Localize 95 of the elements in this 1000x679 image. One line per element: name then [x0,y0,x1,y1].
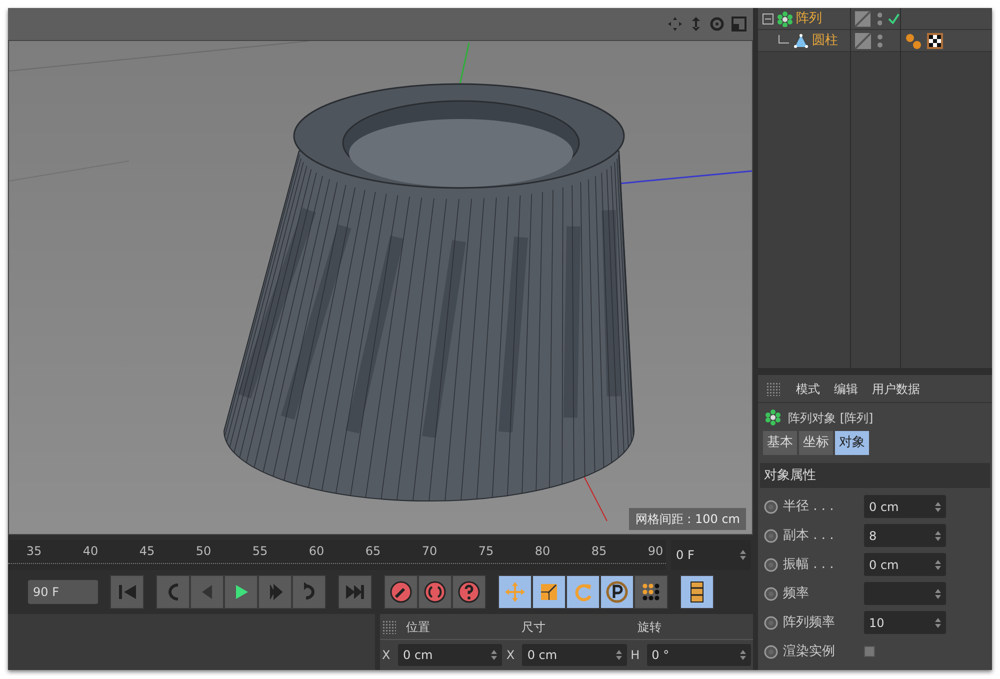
parameter-label: 振幅 . . . [783,556,835,574]
grid-spacing-label: 网格间距 : 100 cm [629,508,746,530]
timeline-ruler[interactable]: 35 40 45 50 55 60 65 70 75 80 85 90 [8,540,666,570]
keyframe-help-icon [458,580,480,603]
spinner-icon[interactable] [740,650,746,660]
radio-icon[interactable] [764,616,778,630]
menu-item[interactable]: 编辑 [834,380,858,398]
parameter-label: 阵列频率 [783,614,836,632]
autokey-button[interactable] [418,574,452,609]
frame-tick-label: 70 [422,543,438,560]
frame-tick-label: 75 [478,543,494,560]
move-tool-button[interactable] [498,574,532,609]
scale-tool-button[interactable] [532,574,566,609]
spinner-icon[interactable] [935,502,941,512]
layer-toggle-icon[interactable] [855,10,871,26]
number-field[interactable] [864,582,946,605]
section-header: 对象属性 [760,462,990,488]
object-title: 阵列对象 [阵列] [788,410,874,427]
checkmark-icon[interactable] [888,12,900,24]
number-field[interactable]: 0 cm [864,553,946,576]
frame-tick-label: 50 [196,543,212,560]
visibility-dots-icon[interactable] [877,32,883,48]
spinner-icon[interactable] [616,650,622,660]
frame-tick-label: 55 [252,543,268,560]
play-button[interactable] [224,574,258,609]
keyframe-help-button[interactable] [452,574,486,609]
axis-label: X [382,647,392,664]
number-field[interactable]: 8 [864,524,946,547]
array-icon [777,10,793,26]
column-header: 旋转 [637,620,662,634]
frame-tick-label: 85 [591,543,607,560]
tree-branch-icon [778,34,790,46]
end-frame-field[interactable]: 90 F [28,580,98,604]
parameter-label: 副本 . . . [783,526,835,545]
coordinate-field[interactable]: 0 ° [646,644,751,666]
current-frame-field[interactable]: 0 F [671,540,751,570]
point-grid-button[interactable] [634,574,668,609]
go-to-end-button[interactable] [338,574,372,609]
spinner-icon[interactable] [935,588,941,598]
frame-tick-label: 65 [365,543,381,560]
rotate-tool-button[interactable] [566,574,600,609]
parameter-label: 频率 [783,584,810,603]
parameter-button[interactable] [600,574,634,609]
frame-tick-label: 90 [648,543,664,560]
axis-label: H [630,647,641,664]
window-icon[interactable] [731,16,747,32]
cylinder-icon [793,32,809,48]
radio-icon[interactable] [764,500,778,514]
axis-label: X [506,647,516,664]
radio-icon[interactable] [764,644,778,658]
parameter-label: 半径 . . . [783,498,835,516]
radio-icon[interactable] [764,586,778,600]
tab[interactable]: 基本 [763,431,797,454]
frame-tick-label: 45 [139,543,155,560]
go-to-start-button[interactable] [110,574,144,609]
parameter-label: 渲染实例 [783,642,836,661]
rotate-icon[interactable] [709,16,725,32]
frame-tick-label: 60 [308,543,324,560]
number-field[interactable]: 0 cm [864,495,946,518]
checkbox[interactable] [864,646,875,657]
tab[interactable]: 对象 [835,431,869,454]
parameter-icon [606,580,628,603]
layer-toggle-icon[interactable] [855,32,871,48]
previous-key-button[interactable] [156,574,190,609]
timeline-button[interactable] [680,574,714,609]
column-header: 位置 [406,620,430,634]
menu-item[interactable]: 模式 [796,380,820,398]
expand-toggle-icon[interactable] [762,12,774,24]
spinner-icon[interactable] [740,550,746,560]
pan-icon[interactable] [667,16,683,32]
array-icon [764,409,782,427]
move-tool-icon [504,580,526,603]
spinner-icon[interactable] [935,530,941,540]
radio-icon[interactable] [764,528,778,542]
autokey-icon [424,580,446,603]
point-grid-icon [640,580,662,603]
radio-icon[interactable] [764,558,778,572]
spinner-icon[interactable] [935,560,941,570]
column-header: 尺寸 [522,620,546,634]
checker-material-icon[interactable] [927,32,943,48]
menu-item[interactable]: 用户数据 [872,380,920,398]
frame-tick-label: 40 [82,543,98,560]
spinner-icon[interactable] [491,650,498,660]
loop-button[interactable] [292,574,326,609]
visibility-dots-icon[interactable] [876,10,882,26]
record-key-icon [390,580,412,603]
tab[interactable]: 坐标 [799,431,833,454]
frame-tick-label: 35 [26,543,42,560]
number-field[interactable]: 10 [864,611,946,634]
phong-tag-icon[interactable] [905,32,921,48]
frame-tick-label: 80 [534,543,550,560]
coordinate-field[interactable]: 0 cm [398,644,502,666]
record-key-button[interactable] [384,574,418,609]
coordinate-field[interactable]: 0 cm [522,644,627,666]
spinner-icon[interactable] [935,618,941,628]
